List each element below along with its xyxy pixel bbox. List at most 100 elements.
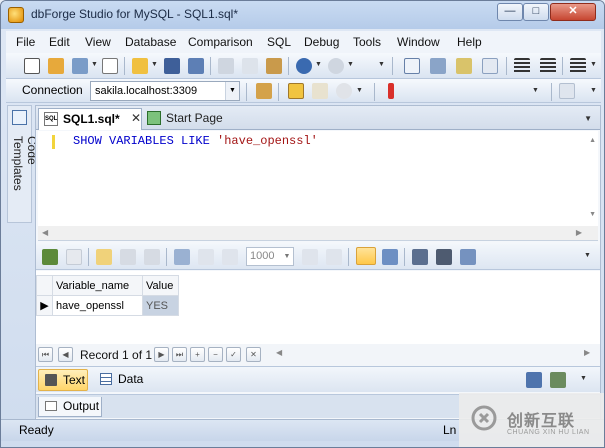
- scroll-left-icon[interactable]: ◀: [276, 348, 282, 357]
- table-row[interactable]: ▶ have_openssl YES: [36, 295, 179, 316]
- indent-icon[interactable]: [514, 58, 530, 74]
- copy-data-icon[interactable]: [174, 249, 190, 265]
- new-document-icon[interactable]: [72, 58, 88, 74]
- rollback-icon[interactable]: [336, 83, 352, 99]
- tab-start-page[interactable]: Start Page: [142, 108, 242, 130]
- schema-compare-icon[interactable]: [430, 58, 446, 74]
- confirm-record-button[interactable]: ✓: [226, 347, 241, 362]
- search-data-icon[interactable]: [436, 249, 452, 265]
- data-view-button[interactable]: Data: [98, 372, 143, 386]
- redo-icon[interactable]: [328, 58, 344, 74]
- text-view-button[interactable]: Text: [38, 369, 88, 391]
- scroll-right-icon[interactable]: ▶: [584, 348, 590, 357]
- next-record-button[interactable]: ▶: [154, 347, 169, 362]
- scroll-right-icon[interactable]: ▶: [576, 228, 582, 237]
- last-page-icon[interactable]: [326, 249, 342, 265]
- open-folder-icon[interactable]: [132, 58, 148, 74]
- prev-page-icon[interactable]: [222, 249, 238, 265]
- layout-icon[interactable]: [559, 83, 575, 99]
- new-file-icon[interactable]: [102, 58, 118, 74]
- pin-icon[interactable]: [256, 83, 272, 99]
- menu-comparison[interactable]: Comparison: [188, 35, 253, 49]
- tab-sql1[interactable]: SQL SQL1.sql* ✕: [38, 108, 142, 130]
- chevron-down-icon[interactable]: ▼: [225, 82, 239, 100]
- menu-edit[interactable]: Edit: [49, 35, 70, 49]
- align-icon[interactable]: [570, 58, 586, 74]
- transaction-icon[interactable]: [312, 83, 328, 99]
- transaction-dropdown-icon[interactable]: ▼: [356, 87, 363, 94]
- add-record-button[interactable]: +: [190, 347, 205, 362]
- save-icon[interactable]: [164, 58, 180, 74]
- menu-window[interactable]: Window: [397, 35, 440, 49]
- query-builder-icon[interactable]: [404, 58, 420, 74]
- menu-database[interactable]: Database: [125, 35, 176, 49]
- maximize-button[interactable]: □: [523, 3, 549, 21]
- close-tab-icon[interactable]: ✕: [131, 111, 141, 125]
- cut-icon[interactable]: [218, 58, 234, 74]
- menu-help[interactable]: Help: [457, 35, 482, 49]
- open-dropdown-icon[interactable]: ▼: [151, 61, 158, 68]
- delete-record-button[interactable]: −: [208, 347, 223, 362]
- cell-value[interactable]: YES: [142, 295, 179, 316]
- pointer-tool-icon[interactable]: [456, 58, 472, 74]
- panel-toggle-icon[interactable]: [526, 372, 542, 388]
- menu-file[interactable]: File: [16, 35, 35, 49]
- close-window-button[interactable]: ✕: [550, 3, 596, 21]
- prev-record-button[interactable]: ◀: [58, 347, 73, 362]
- toolbar-overflow-icon[interactable]: ▼: [378, 61, 385, 68]
- undo-icon[interactable]: [296, 58, 312, 74]
- menu-tools[interactable]: Tools: [353, 35, 381, 49]
- edit-record-icon[interactable]: [96, 249, 112, 265]
- cancel-icon[interactable]: [66, 249, 82, 265]
- new-query-icon[interactable]: [48, 58, 64, 74]
- font-size-icon[interactable]: [482, 58, 498, 74]
- column-header[interactable]: Value: [142, 275, 179, 296]
- minimize-button[interactable]: —: [497, 3, 523, 21]
- grid-view-icon[interactable]: [356, 247, 376, 265]
- edit-note-icon[interactable]: [288, 83, 304, 99]
- first-page-icon[interactable]: [198, 249, 214, 265]
- cell-variable-name[interactable]: have_openssl: [52, 295, 143, 316]
- output-tab[interactable]: Output: [38, 397, 102, 417]
- sql-code-line[interactable]: SHOW VARIABLES LIKE 'have_openssl': [73, 134, 318, 148]
- next-page-icon[interactable]: [302, 249, 318, 265]
- align-dropdown-icon[interactable]: ▼: [590, 61, 597, 68]
- card-view-icon[interactable]: [382, 249, 398, 265]
- copy-icon[interactable]: [242, 58, 258, 74]
- refresh-icon[interactable]: [42, 249, 58, 265]
- chevron-down-icon[interactable]: ▼: [281, 248, 293, 265]
- paste-icon[interactable]: [266, 58, 282, 74]
- code-templates-panel[interactable]: Code Templates: [7, 105, 39, 223]
- new-dropdown-icon[interactable]: ▼: [91, 61, 98, 68]
- results-overflow-icon[interactable]: ▼: [584, 252, 591, 259]
- editor-horizontal-scrollbar[interactable]: ◀ ▶: [38, 226, 598, 240]
- first-record-button[interactable]: ⏮: [38, 347, 53, 362]
- layout-dropdown-icon[interactable]: ▼: [590, 87, 597, 94]
- menu-view[interactable]: View: [85, 35, 111, 49]
- menu-sql[interactable]: SQL: [267, 35, 291, 49]
- columns-icon[interactable]: [412, 249, 428, 265]
- tab-list-icon[interactable]: ▼: [584, 114, 592, 123]
- undo-dropdown-icon[interactable]: ▼: [315, 61, 322, 68]
- panel-dropdown-icon[interactable]: ▼: [580, 375, 587, 382]
- page-size-input[interactable]: 1000 ▼: [246, 247, 294, 266]
- new-sql-icon[interactable]: [24, 58, 40, 74]
- post-record-icon[interactable]: [120, 249, 136, 265]
- export-icon[interactable]: [460, 249, 476, 265]
- redo-dropdown-icon[interactable]: ▼: [347, 61, 354, 68]
- save-all-icon[interactable]: [188, 58, 204, 74]
- scroll-up-icon[interactable]: ▲: [589, 137, 596, 144]
- sql-editor[interactable]: SHOW VARIABLES LIKE 'have_openssl' ▲ ▼ ◀…: [38, 131, 598, 241]
- pin-panel-icon[interactable]: [550, 372, 566, 388]
- cancel-edit-button[interactable]: ✕: [246, 347, 261, 362]
- connection-select[interactable]: sakila.localhost:3309 ▼: [90, 81, 240, 101]
- outdent-icon[interactable]: [540, 58, 556, 74]
- title-bar[interactable]: dbForge Studio for MySQL - SQL1.sql* — □…: [1, 1, 604, 29]
- last-record-button[interactable]: ⏭: [172, 347, 187, 362]
- menu-debug[interactable]: Debug: [304, 35, 339, 49]
- execute-alert-icon[interactable]: [388, 83, 394, 99]
- column-header[interactable]: Variable_name: [52, 275, 143, 296]
- revert-record-icon[interactable]: [144, 249, 160, 265]
- scroll-down-icon[interactable]: ▼: [589, 211, 596, 218]
- results-grid[interactable]: Variable_name Value ▶ have_openssl YES: [36, 271, 600, 347]
